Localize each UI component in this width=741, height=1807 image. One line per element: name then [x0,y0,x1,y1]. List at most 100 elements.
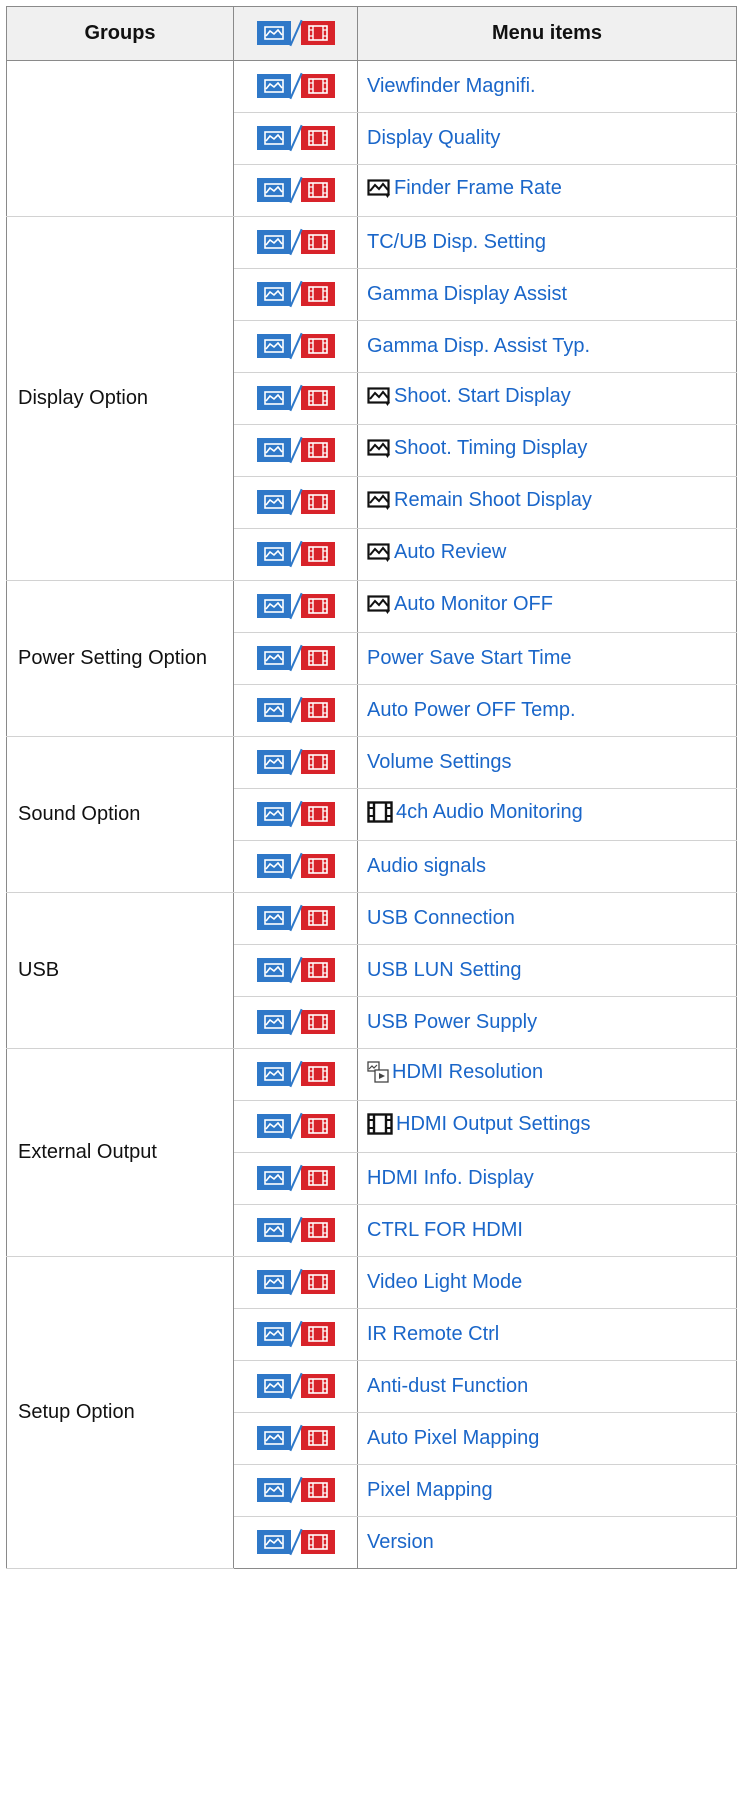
menu-item-cell: Finder Frame Rate [357,164,737,217]
still-image-icon [256,178,291,202]
movie-icon [300,490,335,514]
menu-item-link-usb-connection[interactable]: USB Connection [367,907,515,929]
still-image-icon [256,230,291,254]
table-row: Display Option TC/UB Disp. Setting [6,216,737,581]
menu-item-link-tc-ub-disp-setting[interactable]: TC/UB Disp. Setting [367,231,546,253]
slash-divider [291,1270,301,1294]
mode-badge-cell [233,60,358,113]
slash-divider [291,21,301,45]
movie-icon [300,1062,335,1086]
mode-badge-cell [233,476,358,529]
group-label: Power Setting Option [6,580,234,737]
menu-item-link-auto-review[interactable]: Auto Review [394,541,506,563]
mode-badge-cell [233,788,358,841]
slash-divider [291,1166,301,1190]
menu-item-cell: USB Connection [357,892,737,945]
table-row: Setup Option Video Light Mode [6,1256,737,1569]
table-row: Power Setting Option Auto Monitor OFF [6,580,737,737]
still-image-icon [256,282,291,306]
menu-item-link-ctrl-for-hdmi[interactable]: CTRL FOR HDMI [367,1219,523,1241]
still-image-icon [367,490,391,517]
still-image-icon [256,1062,291,1086]
still-image-icon [367,594,391,621]
mode-badge-cell [233,372,358,425]
menu-item-cell: Auto Monitor OFF [357,580,737,633]
still-movie-badge [256,21,335,45]
still-movie-badge [256,1530,335,1554]
mode-badge-cell [233,736,358,789]
mode-badge-cell [233,632,358,685]
menu-item-link-usb-lun-setting[interactable]: USB LUN Setting [367,959,522,981]
menu-item-cell: HDMI Info. Display [357,1152,737,1205]
playback-icon [367,1060,389,1089]
menu-item-link-auto-monitor-off[interactable]: Auto Monitor OFF [394,593,553,615]
mode-badge-cell [233,684,358,737]
menu-item-link-hdmi-info-display[interactable]: HDMI Info. Display [367,1167,534,1189]
still-image-icon [256,490,291,514]
menu-item-link-anti-dust-function[interactable]: Anti-dust Function [367,1375,528,1397]
movie-icon [300,698,335,722]
menu-item-link-version[interactable]: Version [367,1531,434,1553]
menu-item-link-ir-remote-ctrl[interactable]: IR Remote Ctrl [367,1323,499,1345]
slash-divider [291,802,301,826]
menu-item-link-usb-power-supply[interactable]: USB Power Supply [367,1011,537,1033]
menu-item-cell: Auto Pixel Mapping [357,1412,737,1465]
still-movie-badge [256,1374,335,1398]
movie-icon [300,594,335,618]
table-header-row: Groups Menu items [6,6,737,61]
menu-item-link-power-save-start-time[interactable]: Power Save Start Time [367,647,572,669]
menu-item-link-audio-signals[interactable]: Audio signals [367,855,486,877]
slash-divider [291,542,301,566]
still-movie-badge [256,1218,335,1242]
movie-icon [300,334,335,358]
menu-item-cell: Auto Review [357,528,737,581]
menu-item-link-remain-shoot-display[interactable]: Remain Shoot Display [394,489,592,511]
menu-item-link-shoot-timing-display[interactable]: Shoot. Timing Display [394,437,587,459]
menu-item-link-hdmi-resolution[interactable]: HDMI Resolution [392,1061,543,1083]
mode-badge-cell [233,424,358,477]
menu-item-cell: IR Remote Ctrl [357,1308,737,1361]
movie-icon [300,1374,335,1398]
slash-divider [291,1530,301,1554]
still-movie-badge [256,1426,335,1450]
still-movie-badge [256,646,335,670]
movie-icon [300,1530,335,1554]
menu-item-cell: Remain Shoot Display [357,476,737,529]
menu-item-link-pixel-mapping[interactable]: Pixel Mapping [367,1479,493,1501]
still-movie-badge [256,178,335,202]
menu-item-cell: TC/UB Disp. Setting [357,216,737,269]
still-image-icon [256,802,291,826]
menu-item-link-4ch-audio-monitoring[interactable]: 4ch Audio Monitoring [396,801,583,823]
menu-item-link-gamma-display-assist[interactable]: Gamma Display Assist [367,283,567,305]
menu-item-link-viewfinder-magnifi[interactable]: Viewfinder Magnifi. [367,75,536,97]
mode-badge-cell [233,1516,358,1569]
menu-item-link-display-quality[interactable]: Display Quality [367,127,500,149]
menu-item-link-hdmi-output-settings[interactable]: HDMI Output Settings [396,1113,591,1135]
menu-item-link-shoot-start-display[interactable]: Shoot. Start Display [394,385,571,407]
mode-badge-cell [233,1360,358,1413]
still-movie-badge [256,490,335,514]
menu-item-link-auto-pixel-mapping[interactable]: Auto Pixel Mapping [367,1427,539,1449]
movie-icon [300,1166,335,1190]
menu-item-link-volume-settings[interactable]: Volume Settings [367,751,512,773]
still-image-icon [256,1270,291,1294]
still-movie-badge [256,334,335,358]
slash-divider [291,1062,301,1086]
menu-item-link-gamma-disp-assist-typ[interactable]: Gamma Disp. Assist Typ. [367,335,590,357]
movie-icon [367,1112,393,1141]
still-image-icon [256,334,291,358]
movie-icon [300,1426,335,1450]
still-image-icon [256,594,291,618]
movie-icon [300,750,335,774]
menu-item-cell: Audio signals [357,840,737,893]
still-movie-badge [256,230,335,254]
mode-badge-cell [233,1412,358,1465]
menu-item-link-auto-power-off-temp[interactable]: Auto Power OFF Temp. [367,699,576,721]
mode-badge-cell [233,320,358,373]
menu-item-link-finder-frame-rate[interactable]: Finder Frame Rate [394,177,562,199]
menu-item-link-video-light-mode[interactable]: Video Light Mode [367,1271,522,1293]
menu-item-cell: Shoot. Timing Display [357,424,737,477]
slash-divider [291,958,301,982]
movie-icon [300,646,335,670]
slash-divider [291,646,301,670]
